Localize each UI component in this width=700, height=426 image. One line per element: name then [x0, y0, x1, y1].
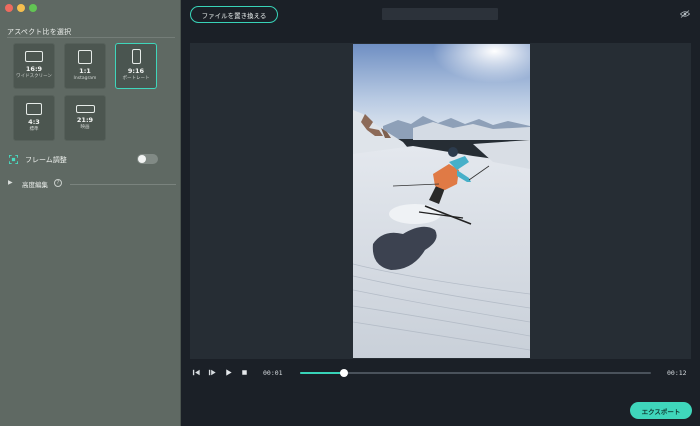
close-window-button[interactable]	[5, 4, 13, 12]
help-icon[interactable]: ?	[54, 179, 62, 187]
frame-adjust-toggle[interactable]	[137, 154, 158, 164]
ratio-title: 4:3	[28, 118, 40, 126]
replace-file-button[interactable]: ファイルを置き換える	[190, 6, 278, 23]
landscape-wide-icon	[25, 51, 43, 62]
advanced-edit-label: 高度編集	[22, 181, 48, 189]
sidebar: アスペクト比を選択 16:9 ワイドスクリーン 1:1 Instagram 9:…	[0, 0, 181, 426]
total-time: 00:12	[667, 369, 687, 377]
file-name-field	[382, 8, 498, 20]
ratio-option-21-9[interactable]: 21:9 映画	[64, 95, 106, 141]
ratio-subtitle: 標準	[29, 127, 39, 132]
ratio-title: 1:1	[79, 67, 91, 75]
frame-adjust-icon	[9, 155, 18, 164]
video-preview[interactable]	[353, 44, 530, 358]
ratio-title: 16:9	[25, 65, 43, 73]
ratio-subtitle: ワイドスクリーン	[16, 74, 52, 79]
chevron-right-icon: ▶	[8, 179, 13, 186]
square-icon	[78, 50, 92, 64]
ratio-option-1-1[interactable]: 1:1 Instagram	[64, 43, 106, 89]
frame-adjust-label: フレーム調整	[25, 156, 67, 164]
ratio-title: 9:16	[127, 67, 145, 75]
step-back-icon[interactable]	[192, 368, 201, 377]
advanced-edit-row[interactable]: ▶ 高度編集 ?	[8, 178, 176, 190]
step-forward-icon[interactable]	[208, 368, 217, 377]
ratio-subtitle: ポートレート	[122, 76, 150, 81]
ratio-title: 21:9	[76, 116, 94, 124]
playback-controls: 00:01 00:12	[190, 365, 691, 381]
window-controls	[5, 4, 37, 12]
divider	[70, 184, 176, 185]
ratio-option-9-16[interactable]: 9:16 ポートレート	[115, 43, 157, 89]
frame-adjust-row: フレーム調整	[9, 154, 159, 166]
zoom-window-button[interactable]	[29, 4, 37, 12]
preview-stage	[190, 43, 691, 359]
timeline-progress	[300, 372, 344, 374]
play-icon[interactable]	[224, 368, 233, 377]
export-button[interactable]: エクスポート	[630, 402, 692, 419]
timeline-handle[interactable]	[339, 369, 348, 377]
ratio-option-4-3[interactable]: 4:3 標準	[13, 95, 55, 141]
toggle-knob	[138, 155, 146, 163]
eye-hidden-icon[interactable]	[680, 10, 690, 18]
portrait-icon	[131, 49, 141, 64]
aspect-ratio-title: アスペクト比を選択	[7, 28, 72, 36]
standard-icon	[26, 103, 42, 115]
current-time: 00:01	[263, 369, 283, 377]
ratio-option-16-9[interactable]: 16:9 ワイドスクリーン	[13, 43, 55, 89]
main-panel: ファイルを置き換える 00:01 00:12 エクスポート	[181, 0, 700, 426]
ratio-subtitle: Instagram	[73, 76, 97, 81]
cinema-icon	[75, 105, 95, 113]
divider	[7, 37, 175, 38]
timeline-scrubber[interactable]	[300, 369, 651, 377]
stop-icon[interactable]	[240, 368, 249, 377]
ratio-subtitle: 映画	[80, 125, 90, 130]
minimize-window-button[interactable]	[17, 4, 25, 12]
